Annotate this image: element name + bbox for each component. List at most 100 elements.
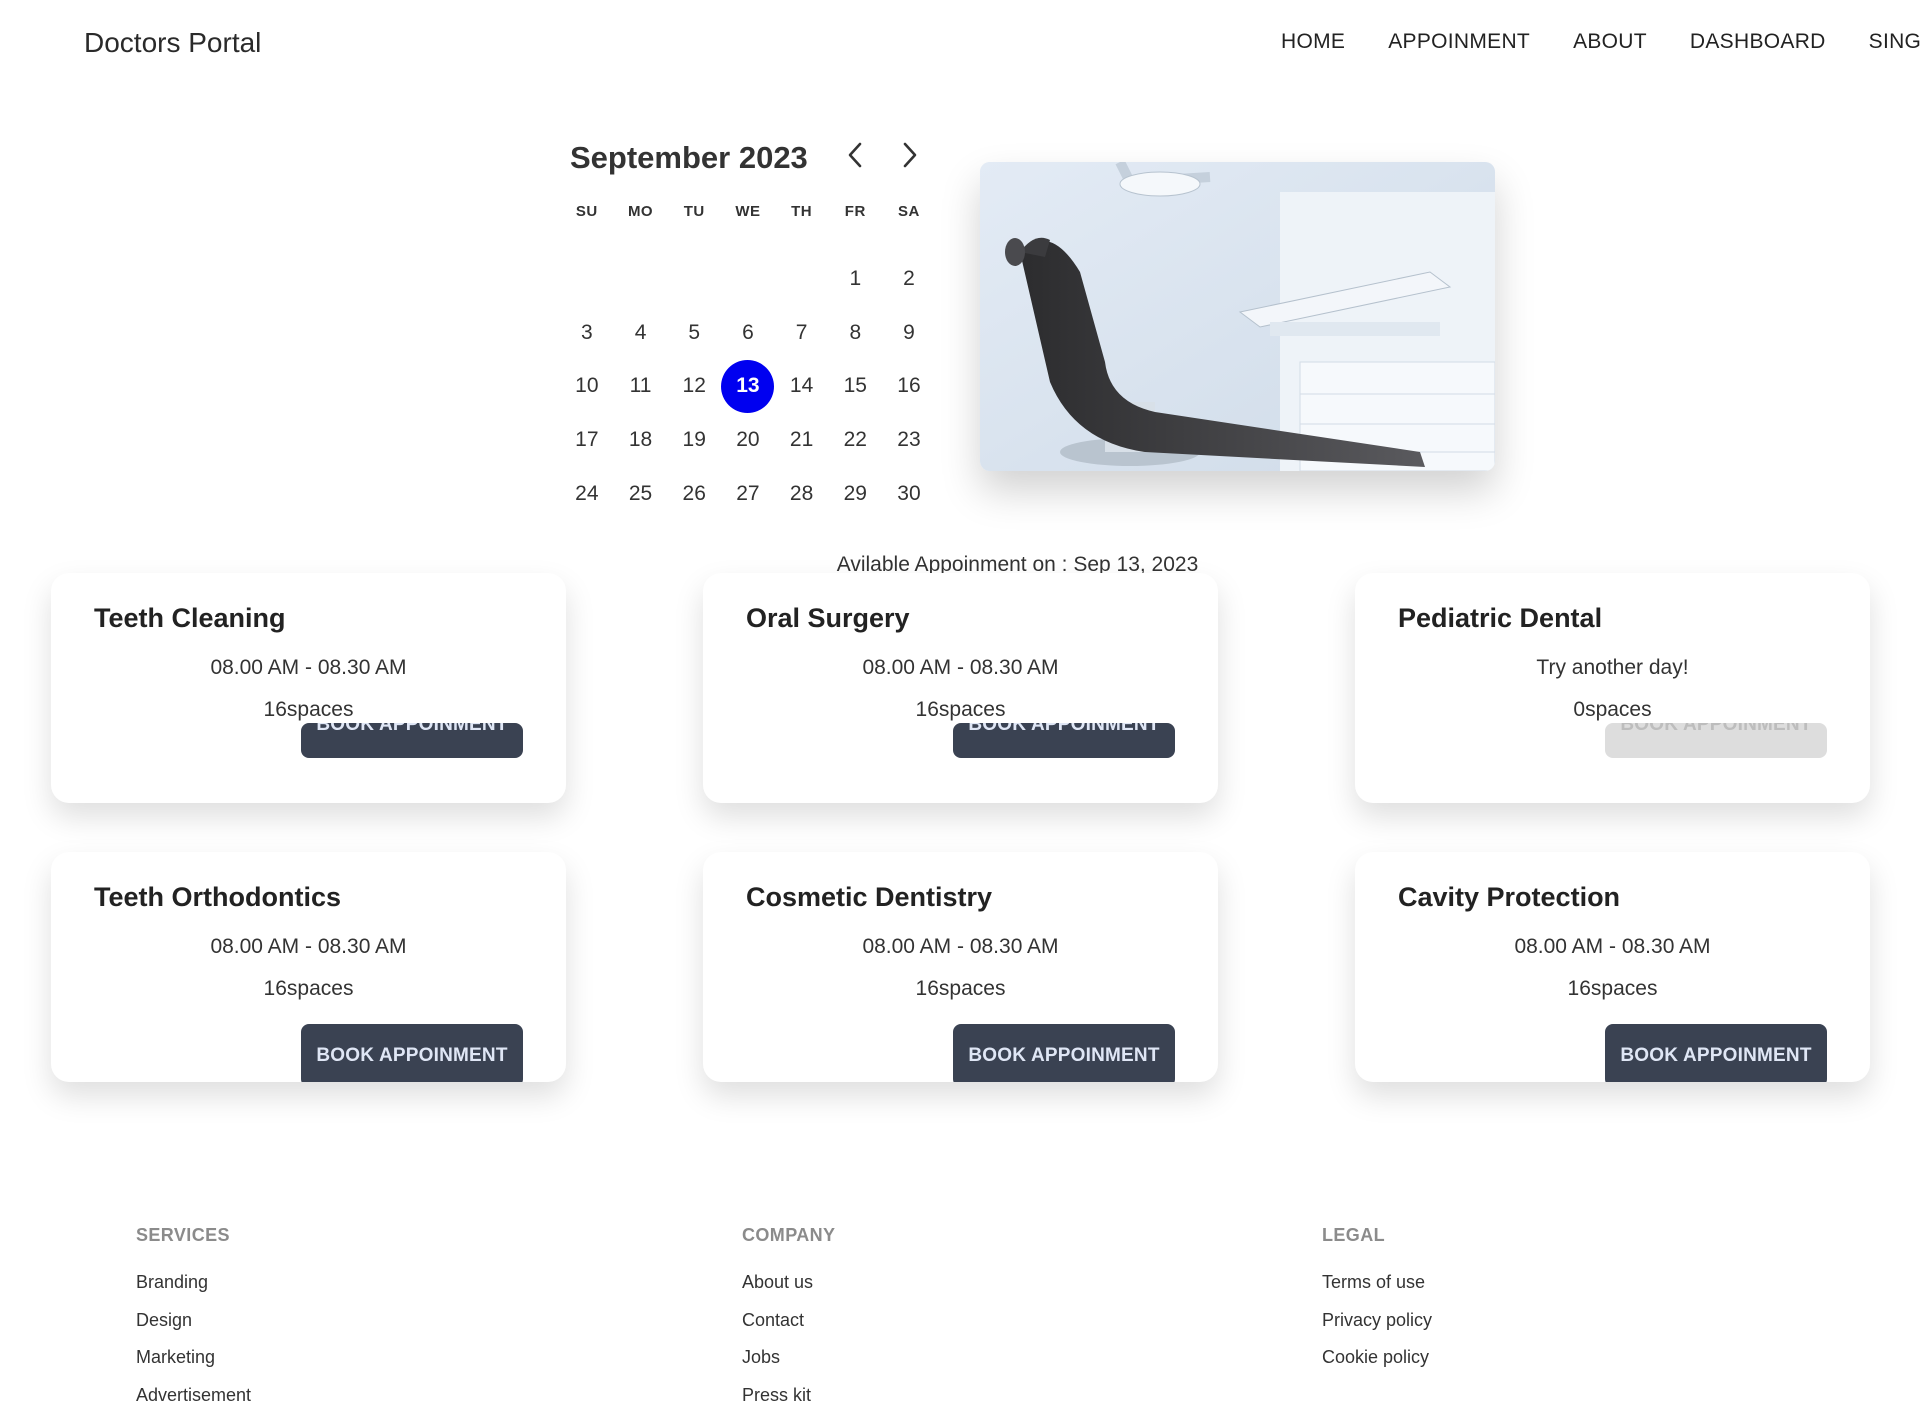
calendar-day[interactable]: 5 bbox=[667, 306, 721, 360]
nav-about[interactable]: ABOUT bbox=[1573, 30, 1647, 54]
brand-logo[interactable]: Doctors Portal bbox=[84, 27, 261, 59]
calendar-day[interactable]: 15 bbox=[828, 359, 882, 413]
previous-month-button[interactable] bbox=[840, 140, 870, 170]
nav-sign-out[interactable]: SING OUT bbox=[1869, 30, 1920, 54]
book-appointment-label: BOOK APPOINMENT bbox=[968, 723, 1160, 735]
calendar-day[interactable]: 8 bbox=[828, 306, 882, 360]
service-spaces: 16spaces bbox=[915, 698, 1006, 721]
footer-link-press-kit[interactable]: Press kit bbox=[742, 1383, 835, 1421]
calendar-day[interactable]: 19 bbox=[667, 413, 721, 467]
calendar-day[interactable]: 4 bbox=[614, 306, 668, 360]
book-appointment-button[interactable]: BOOK APPOINMENT bbox=[301, 723, 523, 758]
calendar-day[interactable]: 28 bbox=[775, 467, 829, 521]
calendar-day-number: 19 bbox=[682, 427, 706, 451]
calendar-day-number: 1 bbox=[849, 266, 862, 290]
footer-heading: SERVICES bbox=[136, 1225, 230, 1245]
footer-heading: LEGAL bbox=[1322, 1225, 1385, 1245]
calendar-day[interactable]: 23 bbox=[882, 413, 936, 467]
calendar-day[interactable]: 24 bbox=[560, 467, 614, 521]
service-spaces: 16spaces bbox=[1567, 977, 1658, 1000]
nav-dashboard[interactable]: DASHBOARD bbox=[1690, 30, 1826, 54]
nav-home[interactable]: HOME bbox=[1281, 30, 1345, 54]
service-time: 08.00 AM - 08.30 AM bbox=[862, 656, 1059, 679]
service-title: Teeth Cleaning bbox=[94, 603, 286, 633]
calendar-day[interactable]: 7 bbox=[775, 306, 829, 360]
calendar-day-number: 11 bbox=[629, 374, 652, 398]
service-time: 08.00 AM - 08.30 AM bbox=[210, 935, 407, 958]
calendar-day[interactable]: 17 bbox=[560, 413, 614, 467]
book-appointment-button[interactable]: BOOK APPOINMENT bbox=[953, 723, 1175, 758]
next-month-button[interactable] bbox=[895, 140, 925, 170]
calendar-day[interactable]: 11 bbox=[614, 359, 668, 413]
calendar-weekday: MO bbox=[627, 203, 654, 220]
calendar-day[interactable]: 21 bbox=[775, 413, 829, 467]
calendar-weekday: WE bbox=[735, 203, 761, 220]
calendar-day[interactable]: 18 bbox=[614, 413, 668, 467]
footer-link-advertisement[interactable]: Advertisement bbox=[136, 1383, 251, 1421]
footer-link-branding[interactable]: Branding bbox=[136, 1270, 251, 1308]
calendar-day-number: 27 bbox=[736, 481, 760, 505]
footer-link-about-us[interactable]: About us bbox=[742, 1270, 835, 1308]
service-card: Cosmetic Dentistry 08.00 AM - 08.30 AM 1… bbox=[703, 852, 1218, 1082]
calendar-day-number: 30 bbox=[897, 481, 921, 505]
calendar-day[interactable]: 16 bbox=[882, 359, 936, 413]
calendar-empty-cell bbox=[560, 252, 614, 306]
footer-link-marketing[interactable]: Marketing bbox=[136, 1345, 251, 1383]
service-card: Teeth Orthodontics 08.00 AM - 08.30 AM 1… bbox=[51, 852, 566, 1082]
calendar-day[interactable]: 30 bbox=[882, 467, 936, 521]
calendar-empty-cell bbox=[614, 252, 668, 306]
calendar-day[interactable]: 29 bbox=[828, 467, 882, 521]
navbar: Doctors Portal HOME APPOINMENT ABOUT DAS… bbox=[0, 0, 1920, 90]
footer-link-design[interactable]: Design bbox=[136, 1308, 251, 1346]
footer-link-cookie-policy[interactable]: Cookie policy bbox=[1322, 1345, 1432, 1383]
calendar-day[interactable]: 3 bbox=[560, 306, 614, 360]
calendar-day[interactable]: 25 bbox=[614, 467, 668, 521]
service-spaces: 16spaces bbox=[915, 977, 1006, 1000]
book-appointment-button[interactable]: BOOK APPOINMENT bbox=[301, 1024, 523, 1082]
chevron-right-icon bbox=[903, 142, 917, 168]
calendar-day-number: 3 bbox=[581, 320, 593, 344]
calendar-day-number: 22 bbox=[843, 427, 867, 451]
calendar-day-number: 16 bbox=[897, 374, 921, 398]
calendar-day[interactable]: 2 bbox=[882, 252, 936, 306]
calendar-weekday: SA bbox=[898, 203, 920, 220]
calendar-day-number: 15 bbox=[843, 374, 867, 398]
footer-link-contact[interactable]: Contact bbox=[742, 1308, 835, 1346]
book-appointment-button[interactable]: BOOK APPOINMENT bbox=[1605, 1024, 1827, 1082]
calendar-day[interactable]: 6 bbox=[721, 306, 775, 360]
calendar-day[interactable]: 26 bbox=[667, 467, 721, 521]
calendar-day-selected[interactable]: 13 bbox=[721, 359, 775, 413]
calendar-day[interactable]: 20 bbox=[721, 413, 775, 467]
calendar-day-number: 29 bbox=[843, 481, 867, 505]
dental-chair-image bbox=[980, 162, 1495, 471]
footer-company-column: COMPANY About us Contact Jobs Press kit bbox=[742, 1210, 835, 1420]
calendar-day-number: 7 bbox=[795, 320, 808, 344]
calendar-day-number: 24 bbox=[575, 481, 599, 505]
calendar-day[interactable]: 12 bbox=[667, 359, 721, 413]
calendar-day-number: 20 bbox=[736, 427, 760, 451]
calendar-day[interactable]: 9 bbox=[882, 306, 936, 360]
nav-appointment[interactable]: APPOINMENT bbox=[1388, 30, 1530, 54]
service-card: Cavity Protection 08.00 AM - 08.30 AM 16… bbox=[1355, 852, 1870, 1082]
calendar-day[interactable]: 22 bbox=[828, 413, 882, 467]
calendar-day[interactable]: 10 bbox=[560, 359, 614, 413]
calendar-day[interactable]: 1 bbox=[828, 252, 882, 306]
footer-link-privacy-policy[interactable]: Privacy policy bbox=[1322, 1308, 1432, 1346]
service-time: 08.00 AM - 08.30 AM bbox=[210, 656, 407, 679]
calendar-day-number: 6 bbox=[742, 320, 754, 344]
calendar-weekday: FR bbox=[844, 203, 866, 220]
calendar-day-number: 2 bbox=[903, 266, 915, 290]
footer-link-jobs[interactable]: Jobs bbox=[742, 1345, 835, 1383]
calendar-day[interactable]: 27 bbox=[721, 467, 775, 521]
footer-link-terms-of-use[interactable]: Terms of use bbox=[1322, 1270, 1432, 1308]
calendar-day-number: 28 bbox=[789, 481, 814, 505]
footer-legal-column: LEGAL Terms of use Privacy policy Cookie… bbox=[1322, 1210, 1432, 1383]
calendar-day-number: 17 bbox=[575, 427, 599, 451]
footer-services-column: SERVICES Branding Design Marketing Adver… bbox=[136, 1210, 251, 1420]
book-appointment-button[interactable]: BOOK APPOINMENT bbox=[953, 1024, 1175, 1082]
calendar-day-number: 23 bbox=[897, 427, 921, 451]
calendar-weekday: TH bbox=[791, 203, 813, 220]
service-spaces: 16spaces bbox=[263, 698, 354, 721]
calendar-day[interactable]: 14 bbox=[775, 359, 829, 413]
calendar-empty-cell bbox=[775, 252, 829, 306]
